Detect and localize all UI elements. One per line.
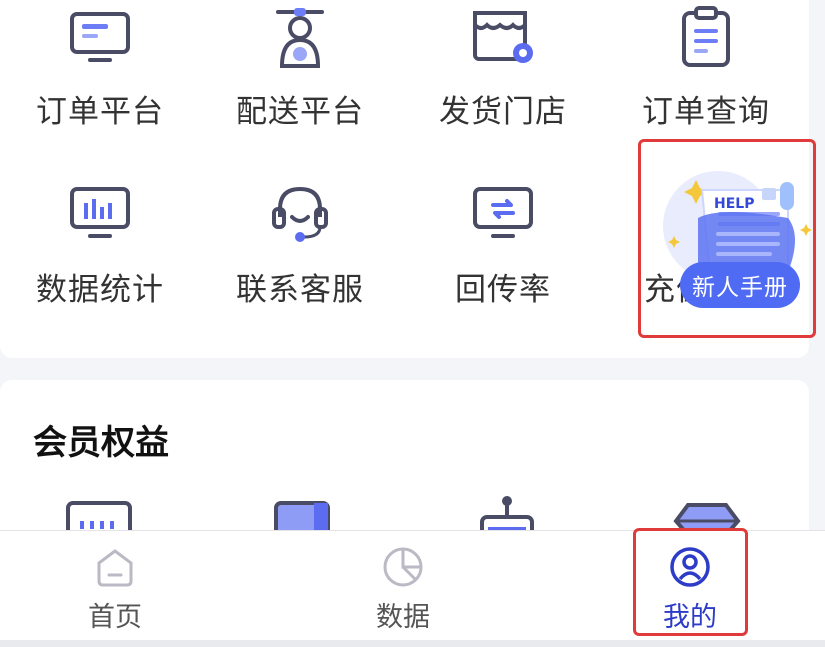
tab-label: 首页 — [88, 602, 142, 633]
benefits-title: 会员权益 — [33, 423, 169, 463]
tile-delivery-platform[interactable]: 配送平台 — [200, 2, 400, 131]
headset-icon — [265, 178, 335, 248]
tile-label: 订单查询 — [642, 94, 770, 130]
tile-label: 订单平台 — [36, 94, 164, 130]
tile-label: 发货门店 — [439, 94, 567, 130]
highlight-box-promo — [638, 139, 816, 338]
sync-monitor-icon — [468, 178, 538, 248]
tile-label: 回传率 — [455, 272, 551, 308]
tile-label: 联系客服 — [236, 272, 364, 308]
tile-order-platform[interactable]: 订单平台 — [0, 2, 200, 131]
tile-shipping-store[interactable]: 发货门店 — [403, 2, 603, 131]
clipboard-icon — [671, 2, 741, 72]
pie-chart-icon — [381, 545, 425, 589]
tab-home[interactable]: 首页 — [40, 531, 190, 634]
chart-monitor-icon — [65, 178, 135, 248]
tile-label: 配送平台 — [236, 94, 364, 130]
tab-data[interactable]: 数据 — [328, 531, 478, 634]
tile-order-query[interactable]: 订单查询 — [606, 2, 806, 131]
home-icon — [93, 545, 137, 589]
highlight-box-mine-tab — [633, 528, 748, 636]
tile-return-rate[interactable]: 回传率 — [403, 178, 603, 309]
tab-label: 数据 — [376, 602, 430, 633]
tile-contact-support[interactable]: 联系客服 — [200, 178, 400, 309]
store-icon — [468, 2, 538, 72]
tile-data-stats[interactable]: 数据统计 — [0, 178, 200, 309]
bottom-divider — [0, 640, 825, 647]
courier-icon — [265, 2, 335, 72]
monitor-icon — [65, 2, 135, 72]
tile-label: 数据统计 — [36, 272, 164, 308]
